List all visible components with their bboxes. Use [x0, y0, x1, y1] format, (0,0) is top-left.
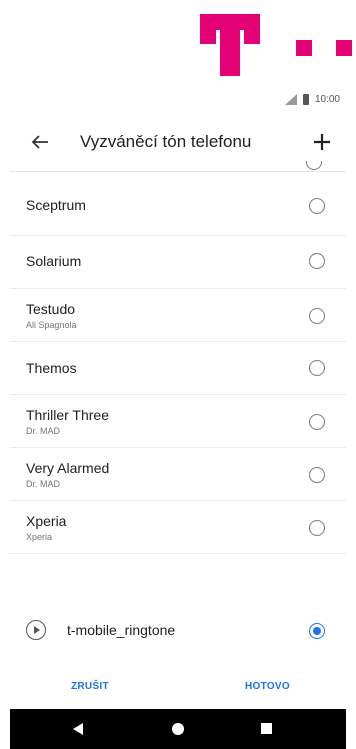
t-mobile-logo: [0, 0, 356, 88]
list-item[interactable]: Very Alarmed Dr. MAD: [10, 448, 346, 501]
custom-ringtone-item[interactable]: t-mobile_ringtone: [10, 607, 346, 655]
logo-t-stem: [220, 14, 240, 76]
ringtone-list: Sceptrum Solarium Testudo Ali Spagnola T…: [10, 171, 346, 554]
logo-dot-2: [336, 40, 352, 56]
back-arrow-icon[interactable]: [28, 130, 52, 154]
page-title: Vyzváněcí tón telefonu: [80, 132, 252, 151]
ringtone-artist: Ali Spagnola: [26, 320, 77, 330]
logo-dot-left: [200, 28, 216, 44]
app-bar: Vyzváněcí tón telefonu: [10, 116, 346, 170]
ringtone-name: Solarium: [26, 253, 82, 269]
list-item[interactable]: Solarium: [10, 236, 346, 289]
battery-icon: [302, 94, 309, 105]
ringtone-name: t-mobile_ringtone: [67, 622, 176, 638]
status-time: 10:00: [314, 94, 340, 105]
status-bar: 10:00: [10, 86, 346, 116]
list-item[interactable]: Testudo Ali Spagnola: [10, 289, 346, 342]
ringtone-name: Very Alarmed: [26, 460, 110, 476]
list-item[interactable]: Sceptrum: [10, 171, 346, 236]
radio-button[interactable]: [309, 308, 325, 324]
signal-icon: [284, 94, 297, 105]
ringtone-name: Themos: [26, 360, 77, 376]
list-item[interactable]: Themos: [10, 342, 346, 395]
nav-back-icon[interactable]: [73, 723, 83, 735]
phone-screen: 10:00 Vyzváněcí tón telefonu Sceptrum So…: [10, 86, 346, 749]
nav-recents-icon[interactable]: [261, 723, 272, 734]
plus-icon[interactable]: [310, 130, 334, 154]
ringtone-name: Xperia: [26, 513, 67, 529]
radio-button[interactable]: [309, 520, 325, 536]
cancel-button[interactable]: ZRUŠIT: [71, 681, 109, 692]
radio-button[interactable]: [309, 198, 325, 214]
ringtone-artist: Xperia: [26, 532, 53, 542]
ringtone-name: Thriller Three: [26, 407, 109, 423]
dialog-actions: ZRUŠIT HOTOVO: [10, 671, 346, 707]
nav-home-icon[interactable]: [172, 723, 184, 735]
ringtone-artist: Dr. MAD: [26, 479, 61, 489]
radio-button-selected[interactable]: [309, 623, 325, 639]
list-item[interactable]: Thriller Three Dr. MAD: [10, 395, 346, 448]
logo-dot-right: [244, 28, 260, 44]
ringtone-name: Testudo: [26, 301, 76, 317]
ringtone-name: Sceptrum: [26, 197, 86, 213]
radio-button[interactable]: [309, 414, 325, 430]
radio-button[interactable]: [309, 253, 325, 269]
list-item[interactable]: Xperia Xperia: [10, 501, 346, 554]
done-button[interactable]: HOTOVO: [245, 681, 290, 692]
radio-button[interactable]: [309, 360, 325, 376]
radio-button[interactable]: [309, 467, 325, 483]
play-icon[interactable]: [26, 620, 46, 640]
navigation-bar: [10, 709, 346, 749]
logo-dot-1: [296, 40, 312, 56]
ringtone-artist: Dr. MAD: [26, 426, 61, 436]
